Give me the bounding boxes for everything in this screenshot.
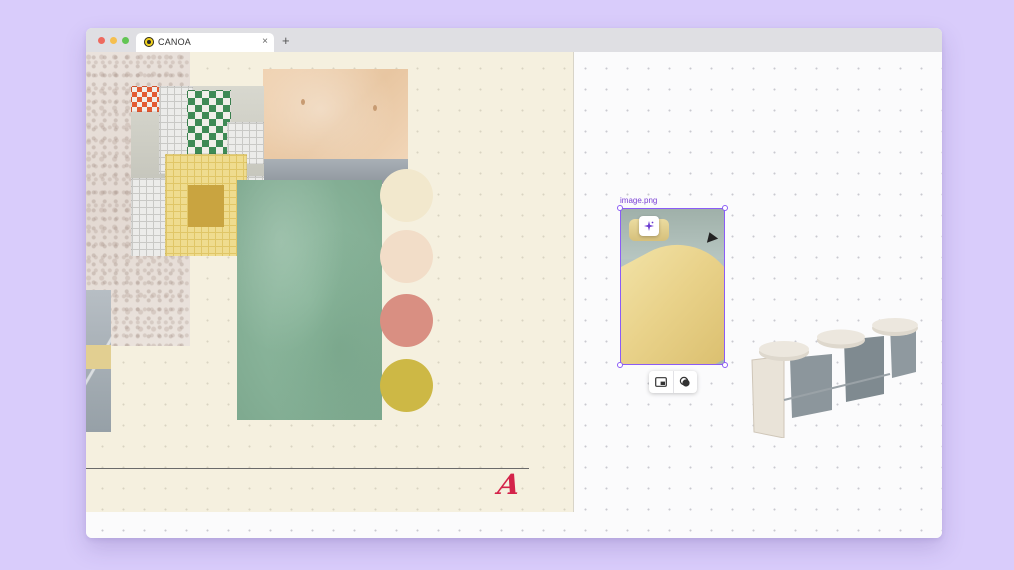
green-check-cube <box>187 90 231 154</box>
resize-handle-top-right[interactable] <box>722 205 728 211</box>
minimize-window-button[interactable] <box>110 37 117 44</box>
maximize-window-button[interactable] <box>122 37 129 44</box>
browser-window: CANOA × + A image.png <box>86 28 942 538</box>
color-swatch-peach[interactable] <box>380 230 433 283</box>
stool-seat-2-top <box>817 329 865 345</box>
close-window-button[interactable] <box>98 37 105 44</box>
board-divider-line <box>86 468 529 469</box>
paper-crease <box>301 99 305 105</box>
floor-photo-crop[interactable] <box>86 290 111 432</box>
picture-in-picture-button[interactable] <box>649 371 673 393</box>
stool-3d-object[interactable] <box>750 314 920 438</box>
color-swatch-terracotta[interactable] <box>380 294 433 347</box>
resize-handle-top-left[interactable] <box>617 205 623 211</box>
yellow-tile-cube <box>165 154 247 256</box>
image-context-toolbar <box>649 371 697 393</box>
selected-image[interactable] <box>620 208 725 365</box>
tab-close-button[interactable]: × <box>262 36 268 48</box>
brand-logo-mark: A <box>495 468 523 501</box>
design-canvas[interactable]: A image.png <box>86 52 942 538</box>
paper-texture-image[interactable] <box>263 69 408 184</box>
selected-image-label: image.png <box>620 196 658 205</box>
browser-tab-canoa[interactable]: CANOA × <box>136 33 274 52</box>
layers-icon <box>680 376 690 387</box>
resize-handle-bottom-right[interactable] <box>722 362 728 368</box>
resize-handle-bottom-left[interactable] <box>617 362 623 368</box>
stool-grey-panel-1 <box>790 354 832 418</box>
stool-seat-1-top <box>759 341 809 357</box>
sparkle-icon <box>644 221 654 231</box>
stool-seat-3-top <box>872 318 918 332</box>
paper-crease <box>373 105 377 111</box>
new-tab-button[interactable]: + <box>282 34 290 48</box>
picture-in-picture-icon <box>654 377 667 387</box>
layers-button[interactable] <box>672 371 698 393</box>
stool-front-panel <box>751 355 785 438</box>
browser-titlebar: CANOA × + <box>86 28 942 52</box>
color-swatch-cream[interactable] <box>380 169 433 222</box>
mood-board-artboard[interactable]: A <box>86 52 574 512</box>
yellow-cube-opening <box>188 185 224 227</box>
ai-sparkle-button[interactable] <box>639 216 659 236</box>
canoa-favicon-icon <box>144 37 154 47</box>
color-swatch-mustard[interactable] <box>380 359 433 412</box>
tab-title: CANOA <box>158 37 192 47</box>
green-texture-image[interactable] <box>237 180 382 420</box>
